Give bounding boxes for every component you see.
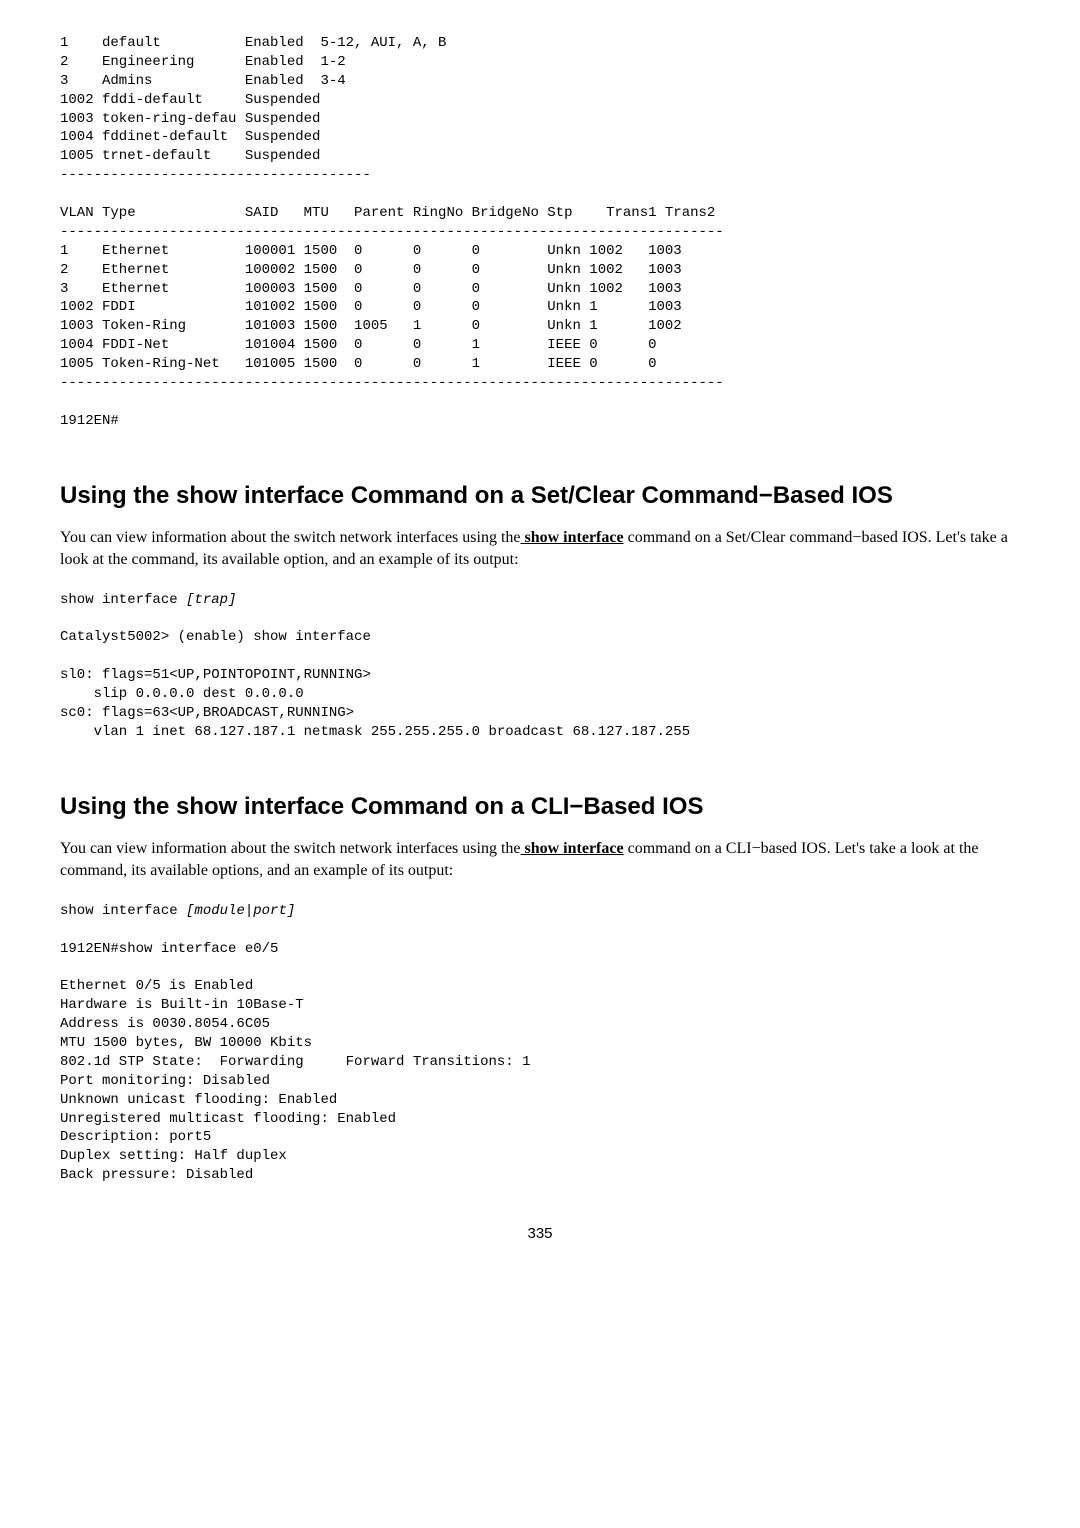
cmd-show-interface-1: show interface (521, 529, 624, 546)
heading-setclear: Using the show interface Command on a Se… (60, 479, 1020, 513)
pre2-arg: [trap] (186, 592, 236, 608)
show-interface-setclear-output: show interface [trap] Catalyst5002> (ena… (60, 591, 1020, 742)
pre3-arg: [module|port] (186, 903, 295, 919)
show-interface-cli-output: show interface [module|port] 1912EN#show… (60, 902, 1020, 1185)
vlan-table-output: 1 default Enabled 5-12, AUI, A, B 2 Engi… (60, 34, 1020, 431)
heading-cli: Using the show interface Command on a CL… (60, 790, 1020, 824)
pre2-cmd: show interface (60, 592, 186, 608)
cmd-show-interface-2: show interface (521, 840, 624, 857)
pre3-cmd: show interface (60, 903, 186, 919)
para-cli-a: You can view information about the switc… (60, 840, 521, 857)
para-setclear-a: You can view information about the switc… (60, 529, 521, 546)
para-setclear: You can view information about the switc… (60, 527, 1020, 572)
para-cli: You can view information about the switc… (60, 838, 1020, 883)
pre2-body: Catalyst5002> (enable) show interface sl… (60, 629, 690, 739)
page-number: 335 (60, 1223, 1020, 1244)
pre3-body: 1912EN#show interface e0/5 Ethernet 0/5 … (60, 941, 530, 1184)
